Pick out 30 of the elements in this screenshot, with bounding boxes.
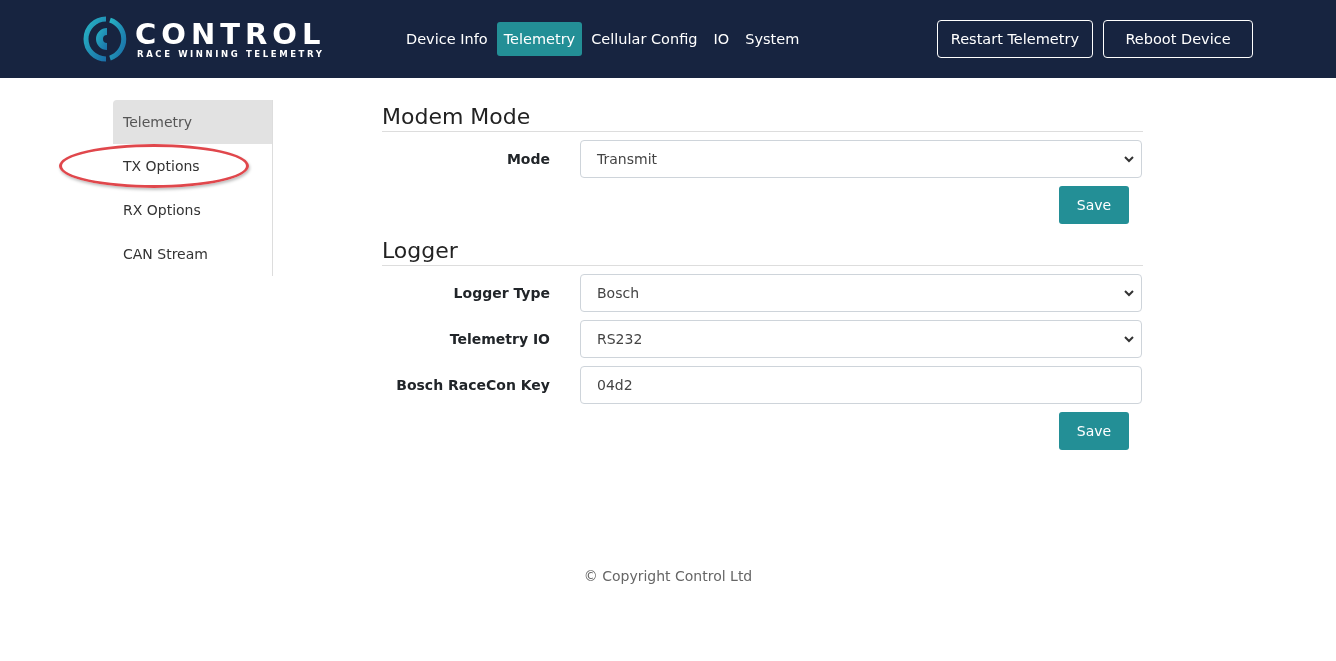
sidebar-item[interactable]: Telemetry: [113, 100, 272, 144]
copyright-text: © Copyright Control Ltd: [583, 568, 753, 584]
nav-link[interactable]: System: [738, 22, 807, 56]
field-label: Mode: [505, 151, 550, 167]
logo-icon: [83, 16, 129, 62]
sidebar-item[interactable]: CAN Stream: [113, 232, 272, 276]
save-button[interactable]: Save: [1059, 412, 1129, 450]
logo-tagline: RACE WINNING TELEMETRY: [137, 49, 326, 59]
section-title: Logger: [382, 234, 1143, 266]
chevron-down-icon: [1123, 153, 1135, 165]
field-label: Bosch RaceCon Key: [395, 377, 550, 393]
nav-link[interactable]: IO: [706, 22, 737, 56]
chevron-down-icon: [1123, 333, 1135, 345]
field-label: Telemetry IO: [448, 331, 550, 347]
select-field[interactable]: RS232: [580, 320, 1142, 358]
nav-link[interactable]: Telemetry: [496, 22, 583, 56]
header-button[interactable]: Restart Telemetry: [936, 20, 1093, 58]
sidebar-item[interactable]: TX Options: [113, 144, 272, 188]
select-field[interactable]: Transmit: [580, 140, 1142, 178]
sidebar-item[interactable]: RX Options: [113, 188, 272, 232]
field-label: Logger Type: [452, 285, 550, 301]
nav-link[interactable]: Cellular Config: [584, 22, 705, 56]
select-field[interactable]: Bosch: [580, 274, 1142, 312]
nav-link[interactable]: Device Info: [399, 22, 495, 56]
input-field[interactable]: 04d2: [580, 366, 1142, 404]
save-button[interactable]: Save: [1059, 186, 1129, 224]
chevron-down-icon: [1123, 287, 1135, 299]
logo-wordmark: CONTROL: [135, 19, 326, 49]
section-title: Modem Mode: [382, 100, 1143, 132]
header-button[interactable]: Reboot Device: [1103, 20, 1253, 58]
